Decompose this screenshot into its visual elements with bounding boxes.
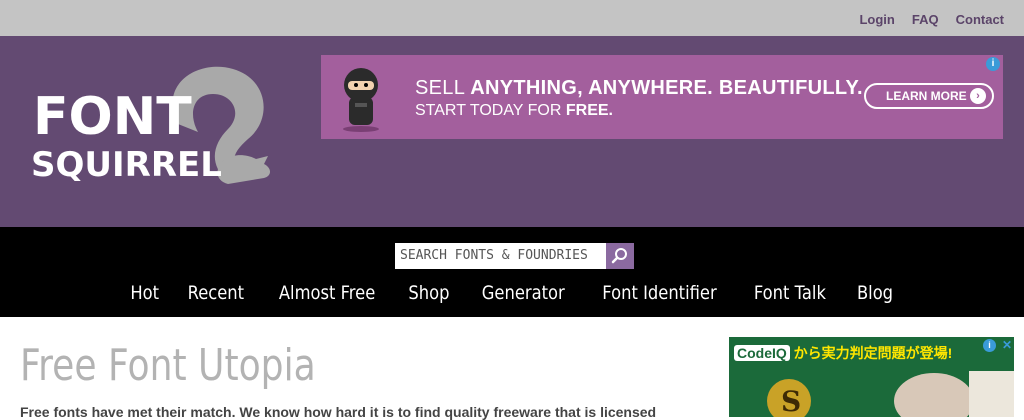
ad-headline: SELL ANYTHING, ANYWHERE. BEAUTIFULLY. [415, 77, 863, 100]
search-icon [611, 248, 627, 264]
ad-headline-bold: ANYTHING, ANYWHERE. BEAUTIFULLY. [470, 77, 863, 99]
contact-link[interactable]: Contact [956, 12, 1004, 27]
top-links: Login FAQ Contact [859, 12, 1004, 27]
page-title: Free Font Utopia [20, 340, 316, 391]
logo-text-font: FONT [33, 87, 192, 147]
nav-item-almost-free[interactable]: Almost Free [279, 282, 375, 304]
nav-item-font-identifier[interactable]: Font Identifier [603, 282, 717, 304]
nav-item-generator[interactable]: Generator [482, 282, 565, 304]
learn-more-label: LEARN MORE [886, 89, 967, 103]
ninja-mascot-icon [343, 68, 379, 132]
side-ad-info-icon[interactable]: i [983, 339, 996, 352]
faq-link[interactable]: FAQ [912, 12, 939, 27]
login-link[interactable]: Login [859, 12, 894, 27]
ad-subline-bold: FREE. [565, 102, 613, 119]
top-bar: Login FAQ Contact [0, 0, 1024, 36]
chevron-right-icon: › [970, 88, 986, 104]
nav-item-recent[interactable]: Recent [188, 282, 244, 304]
nav-item-font-talk[interactable]: Font Talk [754, 282, 826, 304]
side-ad-close-icon[interactable]: ✕ [1002, 338, 1012, 352]
ad-headline-prefix: SELL [415, 77, 471, 99]
side-ad[interactable]: CodeIQ から実力判定問題が登場! S i ✕ [729, 337, 1014, 417]
squirrel-body-shape [217, 155, 270, 184]
font-squirrel-logo[interactable]: FONT SQUIRREL [28, 64, 278, 194]
main-nav: Hot Recent Almost Free Shop Generator Fo… [0, 282, 1024, 304]
svg-text:S: S [781, 385, 801, 417]
side-ad-illustration: S [729, 361, 1014, 417]
nav-item-hot[interactable]: Hot [130, 282, 159, 304]
search-button[interactable] [606, 243, 634, 269]
side-ad-brand: CodeIQ [734, 345, 790, 361]
ad-subline: START TODAY FOR FREE. [415, 102, 613, 120]
side-ad-headline: CodeIQ から実力判定問題が登場! [734, 343, 952, 363]
nav-item-blog[interactable]: Blog [857, 282, 893, 304]
side-ad-text: から実力判定問題が登場! [793, 345, 953, 361]
ad-info-icon[interactable]: i [986, 57, 1000, 71]
ad-subline-prefix: START TODAY FOR [415, 102, 566, 119]
intro-text: Free fonts have met their match. We know… [20, 404, 657, 420]
logo-text-squirrel: SQUIRREL [31, 145, 222, 185]
search-input[interactable] [395, 243, 606, 269]
banner-ad[interactable]: SELL ANYTHING, ANYWHERE. BEAUTIFULLY. ST… [321, 55, 1003, 139]
learn-more-button[interactable]: LEARN MORE › [864, 83, 994, 109]
nav-item-shop[interactable]: Shop [408, 282, 449, 304]
